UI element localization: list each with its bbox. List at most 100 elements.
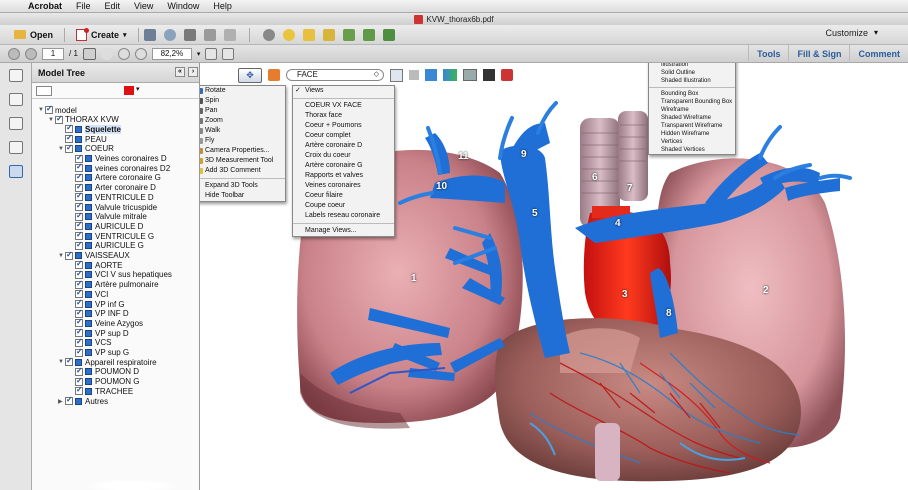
open-button[interactable]: Open	[8, 27, 59, 43]
render-mode-item[interactable]: Shaded Wireframe	[649, 114, 735, 122]
tree-item[interactable]: VCI	[68, 288, 108, 299]
tools-link[interactable]: Tools	[748, 45, 788, 63]
bookmark-icon[interactable]	[9, 93, 23, 106]
view-item[interactable]: COEUR VX FACE	[293, 101, 394, 111]
menu-help[interactable]: Help	[213, 1, 232, 11]
highlight-icon[interactable]	[302, 28, 315, 41]
view-item[interactable]: Artère coronaire G	[293, 161, 394, 171]
visibility-checkbox[interactable]	[75, 385, 83, 396]
view-item[interactable]: Artère coronaire D	[293, 141, 394, 151]
triangle-down-icon[interactable]: ▼	[58, 146, 65, 152]
render-mode-item[interactable]: Solid Outline	[649, 69, 735, 77]
tree-item[interactable]: TRACHEE	[68, 385, 133, 396]
view-item[interactable]: Coeur + Poumons	[293, 121, 394, 131]
edit-icon[interactable]	[203, 28, 216, 41]
visibility-checkbox[interactable]	[65, 395, 73, 405]
view-item[interactable]: Croix du coeur	[293, 151, 394, 161]
menu-rotate[interactable]: Rotate	[200, 86, 285, 96]
fit-page-icon[interactable]	[222, 47, 235, 60]
triangle-down-icon[interactable]: ▼	[58, 253, 65, 259]
comment-icon[interactable]	[282, 28, 295, 41]
projection-icon[interactable]	[425, 69, 437, 81]
chevron-down-icon[interactable]: ▾	[874, 28, 878, 37]
stamp-icon[interactable]	[322, 28, 335, 41]
tree-item[interactable]: VCS	[68, 337, 111, 348]
tree-item[interactable]: VP sup G	[68, 347, 129, 358]
save-icon[interactable]	[143, 28, 156, 41]
menu-add-3d-comment[interactable]: Add 3D Comment	[200, 166, 285, 176]
tree-item[interactable]: VCI V sus hepatiques	[68, 269, 172, 280]
select-tool-icon[interactable]	[82, 47, 96, 60]
menu-file[interactable]: File	[76, 1, 91, 11]
model-tree-icon[interactable]	[9, 165, 23, 178]
visibility-checkbox[interactable]	[65, 356, 73, 367]
visibility-checkbox[interactable]	[65, 143, 73, 153]
create-button[interactable]: Create ▾	[70, 27, 133, 43]
panel-options-icon[interactable]: ›	[188, 67, 198, 77]
page-number-input[interactable]: 1	[42, 47, 64, 60]
visibility-checkbox[interactable]	[65, 250, 73, 260]
customize-button[interactable]: Customize	[825, 28, 868, 38]
lighting-icon[interactable]	[463, 69, 477, 81]
render-mode-item[interactable]: Bounding Box	[649, 90, 735, 98]
render-mode-icon[interactable]	[443, 69, 457, 81]
collapse-panel-icon[interactable]: «	[175, 67, 185, 77]
email-icon[interactable]	[223, 28, 236, 41]
menu-view[interactable]: View	[134, 1, 153, 11]
menu-zoom[interactable]: Zoom	[200, 116, 285, 126]
manage-views[interactable]: Manage Views...	[293, 226, 394, 236]
chevron-down-icon[interactable]: ▾	[136, 85, 140, 93]
view-item[interactable]: Coeur complet	[293, 131, 394, 141]
page-thumbnails-icon[interactable]	[9, 69, 23, 82]
menu-3d-measurement[interactable]: 3D Measurement Tool	[200, 156, 285, 166]
fit-width-icon[interactable]	[205, 47, 218, 60]
signature-icon[interactable]	[9, 141, 23, 154]
tree-item[interactable]: ▶ Autres	[58, 395, 108, 406]
menu-spin[interactable]: Spin	[200, 96, 285, 106]
tree-item[interactable]: ▼ VAISSEAUX	[58, 250, 130, 261]
tree-item[interactable]: Veines coronaires D	[68, 153, 167, 164]
zoom-input[interactable]: 82,2%	[151, 47, 192, 60]
triangle-down-icon[interactable]: ▼	[38, 107, 45, 113]
view-item[interactable]: Thorax face	[293, 111, 394, 121]
view-item[interactable]: Coupe coeur	[293, 201, 394, 211]
model-tree-toggle-icon[interactable]	[390, 68, 403, 82]
tree-item[interactable]: AURICULE G	[68, 240, 144, 251]
view-item[interactable]: Labels reseau coronaire	[293, 211, 394, 221]
menu-hide-toolbar[interactable]: Hide Toolbar	[200, 191, 285, 201]
document-icon[interactable]	[362, 28, 375, 41]
cloud-upload-icon[interactable]	[163, 28, 176, 41]
home-view-icon[interactable]	[268, 69, 280, 81]
render-mode-item[interactable]: Transparent Bounding Box	[649, 98, 735, 106]
views-header[interactable]: Views	[293, 86, 394, 96]
hand-tool-icon[interactable]	[100, 47, 113, 60]
view-item[interactable]: Veines coronaires	[293, 181, 394, 191]
comment-link[interactable]: Comment	[849, 45, 908, 63]
menu-expand-3d-tools[interactable]: Expand 3D Tools	[200, 181, 285, 191]
3d-viewport[interactable]: ✥ FACE Rotate Spin Pan Zoom Walk Fly Cam…	[200, 63, 908, 490]
play-animation-icon[interactable]	[409, 70, 419, 80]
render-mode-item[interactable]: Wireframe	[649, 106, 735, 114]
triangle-down-icon[interactable]: ▼	[48, 117, 55, 123]
cross-section-icon[interactable]	[501, 69, 513, 81]
view-item[interactable]: Rapports et valves	[293, 171, 394, 181]
view-item[interactable]: Coeur filaire	[293, 191, 394, 201]
menu-camera-properties[interactable]: Camera Properties...	[200, 146, 285, 156]
chevron-down-icon[interactable]: ▾	[197, 50, 201, 58]
background-color-icon[interactable]	[483, 69, 495, 81]
render-mode-item[interactable]: Hidden Wireframe	[649, 130, 735, 138]
render-mode-item[interactable]: Shaded Vertices	[649, 146, 735, 154]
triangle-down-icon[interactable]: ▼	[58, 359, 65, 365]
export-icon[interactable]	[342, 28, 355, 41]
menu-app-name[interactable]: Acrobat	[28, 1, 62, 11]
color-swatch[interactable]	[124, 86, 134, 95]
print-icon[interactable]	[183, 28, 196, 41]
visibility-checkbox[interactable]	[75, 240, 83, 250]
menu-fly[interactable]: Fly	[200, 136, 285, 146]
share-icon[interactable]	[382, 28, 395, 41]
zoom-in-button[interactable]	[134, 47, 147, 60]
rotate-tool-icon[interactable]: ✥	[238, 67, 262, 83]
attachment-icon[interactable]	[9, 117, 23, 130]
tree-item[interactable]: ▼ COEUR	[58, 143, 114, 154]
visibility-checkbox[interactable]	[55, 114, 63, 124]
